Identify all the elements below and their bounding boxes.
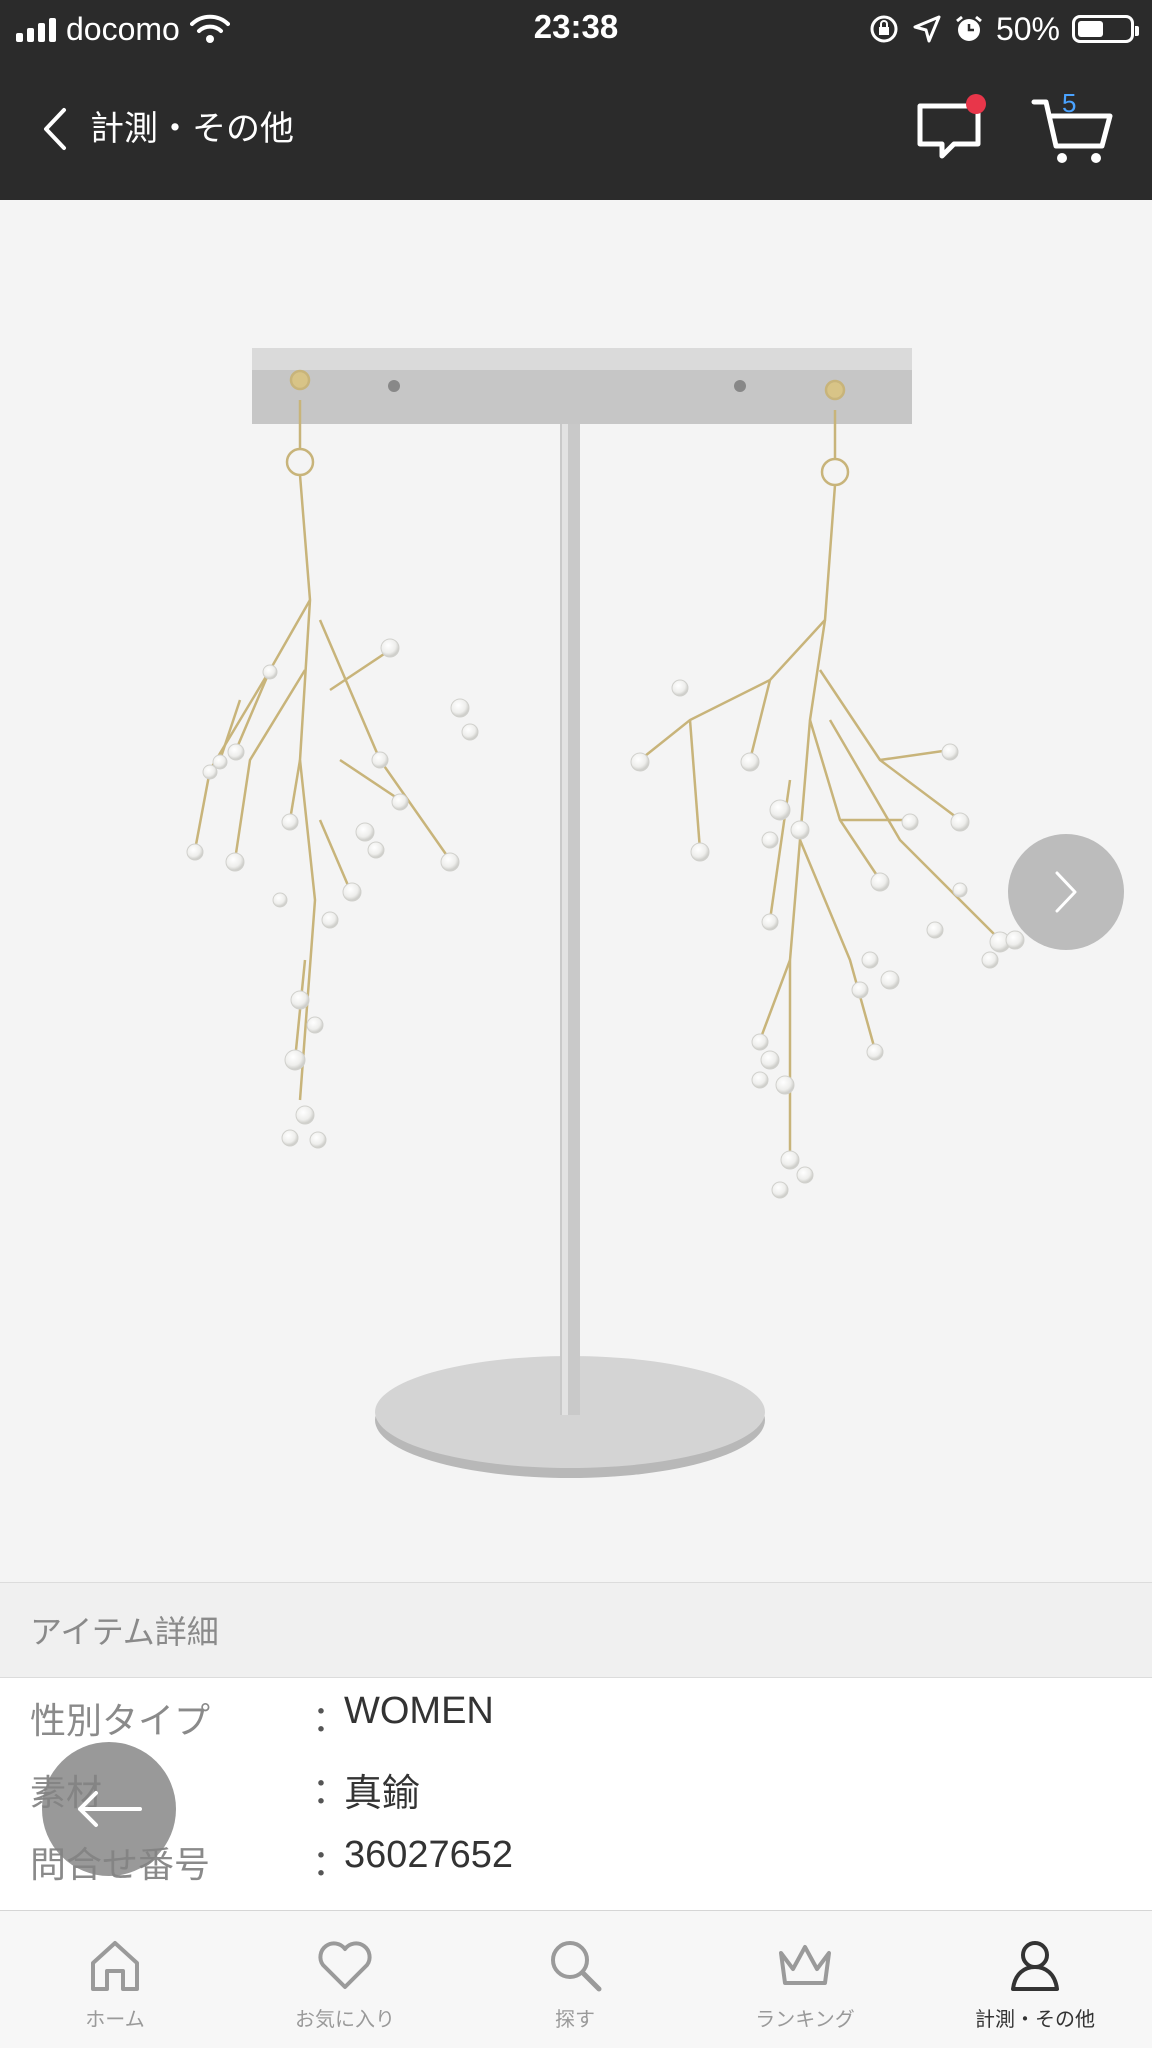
detail-row-gender: 性別タイプ ： WOMEN bbox=[0, 1678, 1152, 1750]
cart-count-badge: 5 bbox=[1062, 88, 1077, 118]
tab-ranking[interactable]: ランキング bbox=[690, 1911, 920, 2049]
tab-label: 探す bbox=[555, 2007, 595, 2031]
arrow-left-icon bbox=[78, 1791, 142, 1827]
tab-bar: ホーム お気に入り 探す ランキング 計測・その他 bbox=[0, 1910, 1152, 2048]
detail-colon: ： bbox=[312, 1699, 349, 1740]
battery-percent: 50% bbox=[995, 10, 1060, 47]
tab-search[interactable]: 探す bbox=[460, 1911, 690, 2049]
item-details-header: アイテム詳細 bbox=[0, 1582, 1152, 1678]
heart-icon bbox=[318, 1941, 372, 1989]
search-icon bbox=[551, 1941, 602, 1992]
battery-icon bbox=[1072, 15, 1139, 43]
product-image[interactable] bbox=[0, 200, 1152, 1582]
tab-label: ランキング bbox=[755, 2007, 855, 2031]
detail-row-inquiry-number: 問合せ番号 ： 36027652 bbox=[0, 1822, 1152, 1894]
battery-fill bbox=[1078, 21, 1103, 37]
alarm-icon bbox=[956, 15, 982, 41]
next-image-button[interactable] bbox=[1008, 834, 1124, 950]
chevron-right-icon bbox=[1055, 871, 1077, 913]
back-button[interactable] bbox=[30, 104, 80, 154]
nav-header: 計測・その他 5 bbox=[0, 58, 1152, 200]
user-icon bbox=[1011, 1941, 1059, 1991]
earring-stand-illustration bbox=[0, 200, 1152, 1582]
location-icon bbox=[913, 15, 941, 43]
section-title: アイテム詳細 bbox=[30, 1613, 219, 1651]
tab-label: ホーム bbox=[85, 2007, 145, 2031]
tab-favorites[interactable]: お気に入り bbox=[230, 1911, 460, 2049]
chevron-left-icon bbox=[44, 108, 66, 150]
page-title: 計測・その他 bbox=[90, 109, 294, 149]
detail-colon: ： bbox=[312, 1771, 349, 1812]
detail-value: WOMEN bbox=[344, 1690, 494, 1732]
floating-back-button[interactable] bbox=[42, 1742, 176, 1876]
tab-account[interactable]: 計測・その他 bbox=[920, 1911, 1150, 2049]
status-bar: docomo 23:38 50% bbox=[0, 0, 1152, 58]
detail-colon: ： bbox=[312, 1843, 349, 1884]
detail-value: 真鍮 bbox=[344, 1773, 421, 1815]
status-right: 50% bbox=[868, 10, 1139, 48]
tab-label: お気に入り bbox=[295, 2007, 395, 2031]
tab-home[interactable]: ホーム bbox=[0, 1911, 230, 2049]
detail-label: 性別タイプ bbox=[30, 1701, 211, 1742]
rotation-lock-icon bbox=[870, 15, 898, 43]
tab-label: 計測・その他 bbox=[975, 2007, 1095, 2031]
crown-icon bbox=[779, 1945, 831, 1985]
home-icon bbox=[91, 1941, 139, 1991]
detail-value: 36027652 bbox=[344, 1834, 514, 1876]
notification-dot bbox=[966, 94, 986, 114]
